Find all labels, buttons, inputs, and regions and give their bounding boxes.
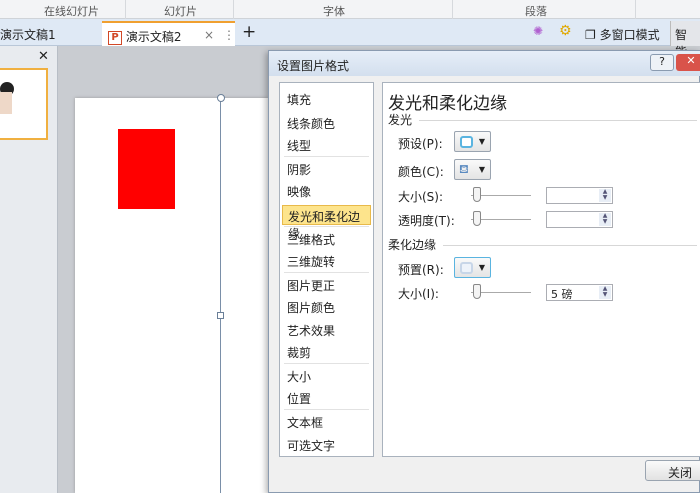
tab-document-1[interactable]: 演示文稿1 <box>0 21 100 46</box>
dropdown-arrow-icon: ▼ <box>478 137 485 146</box>
glow-transparency-slider[interactable] <box>471 211 531 227</box>
close-panel-icon[interactable]: ✕ <box>38 49 49 64</box>
glow-section-title: 发光 <box>388 113 413 127</box>
category-item[interactable]: 阴影 <box>282 159 371 179</box>
ribbon-group-labels: 在线幻灯片 幻灯片 字体 段落 <box>0 0 700 19</box>
soft-edges-section-title: 柔化边缘 <box>388 238 437 252</box>
slide-canvas[interactable] <box>75 94 268 493</box>
glow-color-label: 颜色(C): <box>398 165 444 179</box>
selection-border <box>220 98 221 493</box>
tab-label: 演示文稿1 <box>0 28 56 42</box>
divider <box>284 226 369 227</box>
red-rectangle-shape[interactable] <box>118 129 175 209</box>
dialog-title-bar: 设置图片格式 ? ✕ <box>269 51 700 76</box>
divider <box>284 363 369 364</box>
spinner-icon: ▲ ▼ <box>599 213 611 226</box>
document-tab-bar: 演示文稿1 P 演示文稿2 × ⋮ + ✺ ⚙ ❐ 多窗口模式 智能 <box>0 19 700 59</box>
soft-size-input[interactable]: 5 磅 ▲ ▼ <box>546 284 613 301</box>
close-button[interactable]: 关闭 <box>645 460 700 481</box>
dropdown-arrow-icon: ▼ <box>478 263 485 272</box>
spinner-icon: ▲ ▼ <box>599 286 611 299</box>
divider <box>284 156 369 157</box>
category-item[interactable]: 填充 <box>282 89 371 109</box>
more-icon[interactable]: ⋮ <box>223 28 235 42</box>
glow-transparency-label: 透明度(T): <box>398 214 455 228</box>
divider <box>284 409 369 410</box>
category-item[interactable]: 三维旋转 <box>282 251 371 271</box>
skin-icon[interactable]: ✺ <box>533 24 543 38</box>
ppt-icon: P <box>108 30 122 45</box>
close-tab-icon[interactable]: × <box>204 28 214 42</box>
format-picture-dialog: 设置图片格式 ? ✕ 填充线条颜色 线型阴影 映像发光和柔化边缘 三维格式 三维旋转图片… <box>268 50 700 493</box>
glow-size-slider[interactable] <box>471 187 531 203</box>
category-item[interactable]: 图片颜色 <box>282 297 371 317</box>
category-item[interactable]: 线条颜色 <box>282 113 371 133</box>
multiwindow-label: 多窗口模式 <box>599 28 660 42</box>
tab-document-2[interactable]: P 演示文稿2 × ⋮ <box>102 21 235 46</box>
group-slides: 幻灯片 <box>164 5 197 18</box>
glow-size-input[interactable]: ▲ ▼ <box>546 187 613 204</box>
category-item[interactable]: 大小 <box>282 366 371 386</box>
divider <box>284 272 369 273</box>
dialog-title: 设置图片格式 <box>277 59 350 73</box>
glow-soft-edges-pane: 发光和柔化边缘 发光 预设(P): ▼ 颜色(C): ⛾ ▼ 大小(S): ▲ ▼ … <box>382 82 700 457</box>
category-item[interactable]: 三维格式 <box>282 229 371 249</box>
multiwindow-button[interactable]: ❐ 多窗口模式 <box>585 26 660 43</box>
dropdown-arrow-icon: ▼ <box>478 165 485 174</box>
glow-color-dropdown[interactable]: ⛾ ▼ <box>454 159 491 180</box>
soft-size-label: 大小(I): <box>398 287 439 301</box>
category-list: 填充线条颜色 线型阴影 映像发光和柔化边缘 三维格式 三维旋转图片更正 图片颜色艺术效果裁… <box>279 82 374 457</box>
category-item[interactable]: 图片更正 <box>282 275 371 295</box>
smart-button[interactable]: 智能 <box>670 21 700 59</box>
resize-handle[interactable] <box>217 94 225 102</box>
group-online-slides: 在线幻灯片 <box>44 5 99 18</box>
category-item[interactable]: 可选文字 <box>282 435 371 455</box>
glow-preset-label: 预设(P): <box>398 137 443 151</box>
spinner-icon: ▲ ▼ <box>599 189 611 202</box>
slide-thumbnail-panel: ✕ <box>0 46 58 493</box>
soft-preset-label: 预置(R): <box>398 263 444 277</box>
glow-preset-dropdown[interactable]: ▼ <box>454 131 491 152</box>
group-font: 字体 <box>323 5 345 18</box>
category-item[interactable]: 裁剪 <box>282 342 371 362</box>
group-paragraph: 段落 <box>525 5 547 18</box>
category-item[interactable]: 位置 <box>282 388 371 408</box>
help-button[interactable]: ? <box>650 54 674 71</box>
window-icon: ❐ <box>585 28 596 42</box>
category-item[interactable]: 文本框 <box>282 412 371 432</box>
tab-label: 演示文稿2 <box>125 30 182 44</box>
soft-preset-dropdown[interactable]: ▼ <box>454 257 491 278</box>
category-item[interactable]: 线型 <box>282 135 371 155</box>
glow-transparency-input[interactable]: ▲ ▼ <box>546 211 613 228</box>
category-item[interactable]: 发光和柔化边缘 <box>282 205 371 241</box>
category-item[interactable]: 艺术效果 <box>282 320 371 340</box>
resize-handle[interactable] <box>217 312 224 319</box>
category-item[interactable]: 映像 <box>282 181 371 201</box>
add-tab-button[interactable]: + <box>242 22 256 42</box>
settings-icon[interactable]: ⚙ <box>559 23 572 39</box>
slide-thumbnail-1[interactable] <box>0 68 48 140</box>
close-dialog-button[interactable]: ✕ <box>676 54 700 71</box>
paint-bucket-icon: ⛾ <box>459 162 469 176</box>
soft-size-slider[interactable] <box>471 284 531 300</box>
glow-size-label: 大小(S): <box>398 190 444 204</box>
